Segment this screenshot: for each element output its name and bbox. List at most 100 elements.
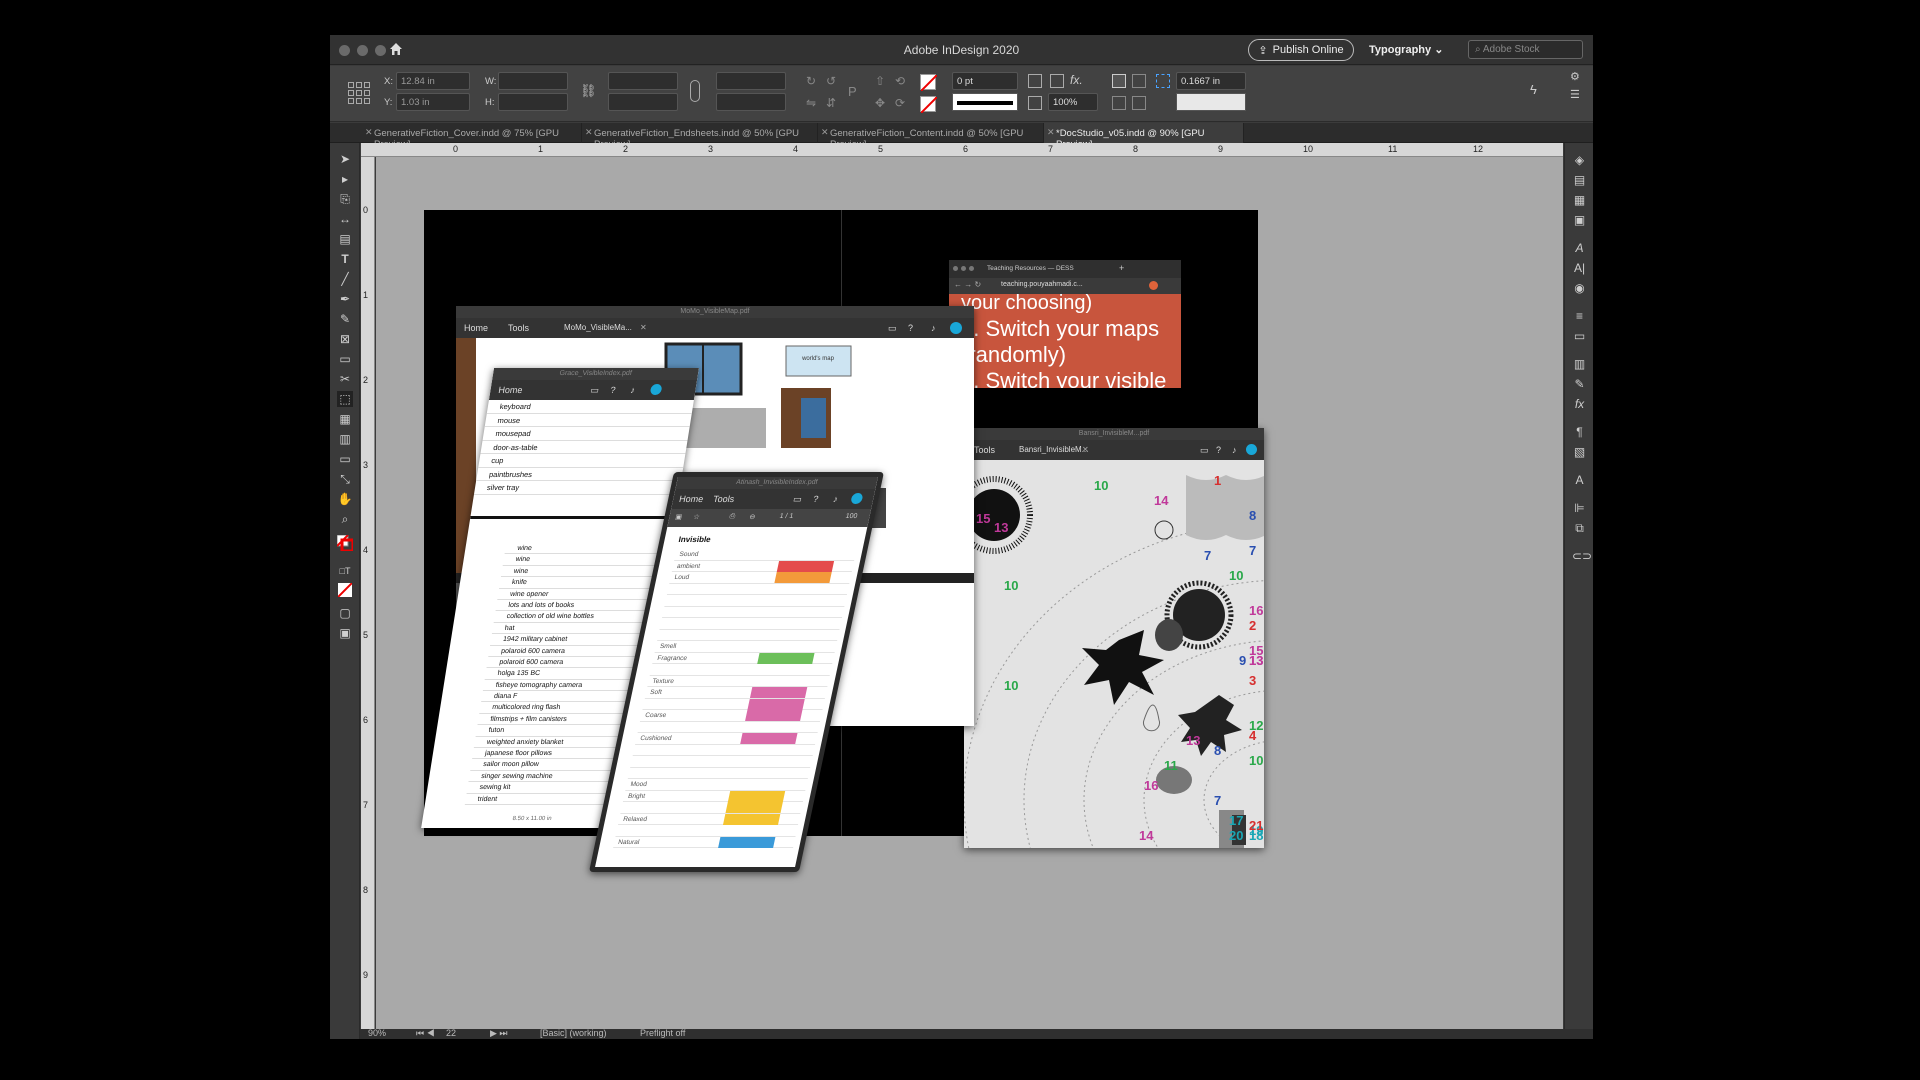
line-tool-icon[interactable]: ╱ (337, 271, 353, 287)
offset-field[interactable]: 0.1667 in (1176, 72, 1246, 90)
comment-icon[interactable]: ▭ (590, 385, 600, 396)
style-status[interactable]: [Basic] (working) (540, 1028, 607, 1038)
close-tab-icon[interactable]: ✕ (1047, 127, 1055, 138)
rotate-cw-icon[interactable]: ↻ (806, 74, 816, 88)
scale-x-field[interactable] (608, 72, 678, 90)
stroke-swatch[interactable] (920, 96, 938, 114)
page-number-field[interactable]: 22 (446, 1028, 456, 1038)
comment-icon[interactable]: ▭ (1200, 445, 1209, 456)
document-tab[interactable]: Bansri_InvisibleM... (1019, 445, 1088, 454)
close-tab-icon[interactable]: ✕ (365, 127, 373, 138)
opacity-field[interactable]: 100% (1048, 93, 1098, 111)
scale-y-field[interactable] (608, 93, 678, 111)
pathfinder-icon[interactable]: ⧉ (1572, 521, 1587, 536)
fitting-icon[interactable] (1050, 74, 1064, 88)
pencil-tool-icon[interactable]: ✎ (337, 311, 353, 327)
distribute-alt-icon[interactable] (1132, 96, 1146, 110)
tools-menu[interactable]: Tools (974, 445, 995, 455)
stroke-icon[interactable]: ▭ (1572, 329, 1587, 344)
new-tab-icon[interactable]: + (1119, 263, 1124, 273)
content-collector-icon[interactable]: ▤ (337, 231, 353, 247)
apply-none-icon[interactable] (337, 582, 353, 599)
list-item[interactable]: cup (478, 454, 686, 468)
preflight-status[interactable]: Preflight off (640, 1028, 685, 1038)
align-center-icon[interactable] (1132, 74, 1146, 88)
pages-icon[interactable]: ◈ (1572, 153, 1587, 168)
tab-cover[interactable]: ✕ GenerativeFiction_Cover.indd @ 75% [GPU… (362, 123, 582, 150)
comment-icon[interactable]: ▭ (792, 494, 803, 505)
comment-icon[interactable]: ▭ (888, 323, 897, 334)
star-icon[interactable]: ☆ (693, 513, 701, 521)
rectangle-frame-tool-icon[interactable]: ⊠ (337, 331, 353, 347)
align-icon[interactable]: ⊫ (1572, 501, 1587, 516)
bell-icon[interactable]: ♪ (832, 494, 839, 504)
x-field[interactable]: 12.84 in (396, 72, 470, 90)
document-page-spread[interactable]: Teaching Resources — DESS + ← → ↻ teachi… (421, 210, 1264, 872)
distribute-icon[interactable] (1112, 96, 1126, 110)
flip-horizontal-icon[interactable]: ⇋ (806, 96, 816, 110)
bell-icon[interactable]: ♪ (1232, 445, 1237, 455)
glyphs-icon[interactable]: A (1572, 473, 1587, 488)
page-indicator[interactable]: 1 / 1 (779, 513, 794, 520)
list-item[interactable]: silver tray (473, 481, 682, 495)
character-styles-icon[interactable]: A (1572, 241, 1587, 256)
close-tab-icon[interactable]: ✕ (821, 127, 829, 138)
select-container-icon[interactable]: ⇧ (875, 74, 885, 88)
list-item[interactable]: keyboard (486, 400, 694, 414)
width-field[interactable] (498, 72, 568, 90)
scissors-tool-icon[interactable]: ✂ (337, 371, 353, 387)
hyperlinks-icon[interactable]: ⊂⊃ (1572, 549, 1592, 564)
selection-tool-icon[interactable]: ➤ (337, 151, 353, 167)
help-icon[interactable]: ? (610, 385, 617, 395)
quick-apply-icon[interactable]: ϟ (1530, 82, 1537, 97)
zoom-out-icon[interactable]: ⊖ (749, 513, 757, 521)
help-icon[interactable]: ? (908, 323, 913, 333)
bell-icon[interactable]: ♪ (931, 323, 936, 333)
corner-options-icon[interactable] (1156, 74, 1170, 88)
tab-endsheets[interactable]: ✕ GenerativeFiction_Endsheets.indd @ 50% … (582, 123, 818, 150)
paragraph-styles-icon[interactable]: ¶ (1572, 425, 1587, 440)
close-tab-icon[interactable]: ✕ (585, 127, 593, 138)
stroke-type-dropdown[interactable] (952, 93, 1018, 111)
text-wrap-icon[interactable] (1028, 74, 1042, 88)
cc-libraries-icon[interactable]: ▣ (1572, 213, 1587, 228)
layers-icon[interactable]: ▤ (1572, 173, 1587, 188)
shear-field[interactable] (716, 93, 786, 111)
page-tool-icon[interactable]: ⎘ (337, 191, 353, 207)
formatting-affects-icon[interactable]: □T (337, 563, 353, 579)
note-tool-icon[interactable]: ▭ (337, 451, 353, 467)
browser-tab[interactable]: Teaching Resources — DESS (987, 265, 1074, 272)
corner-shape-dropdown[interactable] (1176, 93, 1246, 111)
zoom-tool-icon[interactable]: ⌕ (337, 511, 353, 527)
flip-vertical-icon[interactable]: ⇵ (826, 96, 836, 110)
user-avatar[interactable] (1246, 444, 1257, 455)
select-previous-icon[interactable]: ⟲ (895, 74, 905, 88)
hand-tool-icon[interactable]: ✋ (337, 491, 353, 507)
adobe-stock-search[interactable]: ⌕ Adobe Stock (1468, 40, 1583, 59)
preview-mode-icon[interactable]: ▣ (337, 625, 353, 641)
bansri-map-window[interactable]: Bansri_InvisibleM...pdf Tools Bansri_Inv… (964, 428, 1264, 848)
effects-icon[interactable]: fx (1572, 397, 1587, 412)
select-content-icon[interactable]: ✥ (875, 96, 885, 110)
free-transform-tool-icon[interactable]: ⬚ (337, 391, 353, 407)
tab-content[interactable]: ✕ GenerativeFiction_Content.indd @ 50% [G… (818, 123, 1044, 150)
home-menu[interactable]: Home (464, 323, 488, 333)
select-next-icon[interactable]: ⟳ (895, 96, 905, 110)
browser-window[interactable]: Teaching Resources — DESS + ← → ↻ teachi… (949, 260, 1181, 388)
gradient-swatch-tool-icon[interactable]: ▦ (337, 411, 353, 427)
list-item[interactable]: mouse (484, 413, 692, 427)
stroke-weight-field[interactable]: 0 pt (952, 72, 1018, 90)
print-icon[interactable]: ⎙ (729, 513, 736, 521)
help-icon[interactable]: ? (1216, 445, 1221, 455)
pasteboard[interactable]: Teaching Resources — DESS + ← → ↻ teachi… (376, 157, 1563, 1029)
panel-menu-icon[interactable]: ☰ (1570, 88, 1580, 101)
swatches-icon[interactable]: ◉ (1572, 281, 1587, 296)
links-icon[interactable]: ▦ (1572, 193, 1587, 208)
rectangle-tool-icon[interactable]: ▭ (337, 351, 353, 367)
bell-icon[interactable]: ♪ (630, 385, 636, 395)
user-avatar[interactable] (649, 384, 663, 395)
zoom-level[interactable]: 90% (368, 1028, 386, 1038)
close-tab-icon[interactable]: ✕ (1082, 445, 1089, 454)
align-left-icon[interactable] (1112, 74, 1126, 88)
gradient-feather-tool-icon[interactable]: ▥ (337, 431, 353, 447)
